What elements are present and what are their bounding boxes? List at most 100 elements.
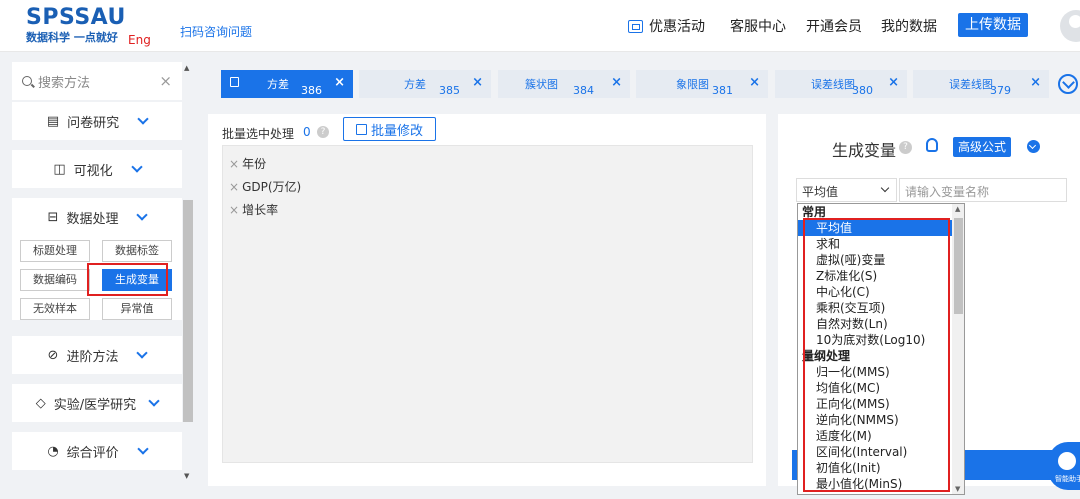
document-icon: ▤ bbox=[46, 113, 60, 129]
section-label: 问卷研究 bbox=[67, 115, 120, 131]
tab-title: 簇状图 bbox=[525, 78, 558, 91]
lightbulb-icon[interactable] bbox=[926, 138, 938, 152]
variable-name-input[interactable]: 请输入变量名称 bbox=[899, 178, 1067, 202]
section-experiment[interactable]: ◇ 实验/医学研究 bbox=[12, 384, 182, 422]
scan-consult-link[interactable]: 扫码咨询问题 bbox=[180, 23, 252, 40]
close-icon[interactable]: × bbox=[159, 72, 172, 90]
tab-errorbar-379[interactable]: 误差线图 379 × bbox=[913, 70, 1049, 98]
tab-title: 误差线图 bbox=[949, 78, 993, 91]
scroll-thumb[interactable] bbox=[954, 218, 963, 314]
tab-num: 380 bbox=[852, 84, 873, 97]
variable-label: 年份 bbox=[242, 157, 267, 171]
close-icon[interactable]: × bbox=[229, 203, 239, 217]
tab-anova-385[interactable]: 方差 385 × bbox=[359, 70, 491, 98]
close-icon[interactable]: × bbox=[229, 157, 239, 171]
tab-num: 384 bbox=[573, 84, 594, 97]
chevron-down-icon bbox=[136, 346, 149, 359]
list-item[interactable]: × 增长率 bbox=[229, 201, 278, 218]
edit-icon bbox=[355, 123, 367, 135]
avatar[interactable] bbox=[1060, 10, 1080, 42]
dropdown-scrollbar[interactable]: ▲ ▼ bbox=[952, 204, 964, 494]
chevron-down-icon bbox=[137, 112, 149, 125]
highlight-box-dropdown bbox=[803, 218, 950, 492]
variable-label: 增长率 bbox=[242, 203, 279, 217]
close-icon[interactable]: × bbox=[749, 75, 760, 90]
variable-list[interactable]: × 年份 × GDP(万亿) × 增长率 bbox=[222, 145, 753, 463]
pie-icon: ◔ bbox=[47, 443, 59, 459]
tab-errorbar-380[interactable]: 误差线图 380 × bbox=[775, 70, 907, 98]
nav-promo[interactable]: 优惠活动 bbox=[628, 16, 705, 36]
upload-data-button[interactable]: 上传数据 bbox=[958, 13, 1028, 37]
highlight-box-sidebar bbox=[87, 263, 168, 296]
section-advanced[interactable]: ⊘ 进阶方法 bbox=[12, 336, 182, 374]
method-select[interactable]: 平均值 bbox=[796, 178, 897, 202]
chart-icon: ◫ bbox=[53, 161, 66, 177]
close-icon[interactable]: × bbox=[472, 75, 483, 90]
sidebar-scrollbar[interactable]: ▲ ▼ bbox=[182, 62, 194, 486]
advanced-formula-button[interactable]: 高级公式 bbox=[953, 137, 1011, 157]
tab-quadrant-381[interactable]: 象限图 381 × bbox=[636, 70, 768, 98]
batch-label: 批量选中处理 bbox=[222, 127, 295, 141]
section-label: 可视化 bbox=[73, 163, 113, 179]
close-icon[interactable]: × bbox=[334, 75, 345, 90]
scroll-up-icon[interactable]: ▲ bbox=[955, 205, 960, 213]
assistant-icon bbox=[1058, 452, 1076, 470]
tab-num: 385 bbox=[439, 84, 460, 97]
close-icon[interactable]: × bbox=[229, 180, 239, 194]
database-icon: ⊟ bbox=[47, 209, 59, 225]
chevron-down-icon[interactable] bbox=[1058, 74, 1078, 94]
batch-edit-button[interactable]: 批量修改 bbox=[343, 117, 436, 141]
batch-edit-label: 批量修改 bbox=[370, 123, 423, 139]
nav-member[interactable]: 开通会员 bbox=[806, 16, 862, 36]
sub-data-encoding[interactable]: 数据编码 bbox=[20, 269, 90, 291]
paperclip-icon: ⊘ bbox=[47, 347, 59, 363]
assistant-widget[interactable]: 智能助手 bbox=[1048, 442, 1080, 490]
section-visualization[interactable]: ◫ 可视化 bbox=[12, 150, 182, 188]
sub-title-processing[interactable]: 标题处理 bbox=[20, 240, 90, 262]
tab-num: 386 bbox=[301, 84, 322, 97]
section-label: 数据处理 bbox=[66, 211, 119, 227]
close-icon[interactable]: × bbox=[611, 75, 622, 90]
english-link[interactable]: Eng bbox=[128, 33, 151, 47]
section-label: 进阶方法 bbox=[66, 349, 119, 365]
section-label: 实验/医学研究 bbox=[53, 397, 137, 413]
sub-data-labels[interactable]: 数据标签 bbox=[102, 240, 172, 262]
scroll-thumb[interactable] bbox=[183, 200, 193, 422]
scroll-down-icon[interactable]: ▼ bbox=[955, 485, 960, 493]
flask-icon: ◇ bbox=[35, 395, 46, 411]
section-questionnaire[interactable]: ▤ 问卷研究 bbox=[12, 102, 182, 140]
tab-num: 381 bbox=[712, 84, 733, 97]
help-icon[interactable]: ? bbox=[899, 141, 912, 154]
list-item[interactable]: × 年份 bbox=[229, 155, 266, 172]
chevron-down-icon bbox=[880, 183, 890, 193]
chevron-down-icon bbox=[137, 442, 149, 455]
scroll-down-icon[interactable]: ▼ bbox=[184, 472, 189, 480]
batch-count: 0 bbox=[303, 125, 311, 139]
chevron-down-icon bbox=[136, 208, 149, 221]
list-item[interactable]: × GDP(万亿) bbox=[229, 178, 301, 195]
tab-num: 379 bbox=[990, 84, 1011, 97]
close-icon[interactable]: × bbox=[888, 75, 899, 90]
nav-my-data[interactable]: 我的数据 bbox=[881, 16, 937, 36]
section-evaluation[interactable]: ◔ 综合评价 bbox=[12, 432, 182, 470]
arrow-down-circle-icon[interactable] bbox=[1027, 140, 1040, 153]
section-label: 综合评价 bbox=[66, 445, 119, 461]
gift-icon bbox=[628, 19, 643, 33]
tab-cluster-384[interactable]: 簇状图 384 × bbox=[498, 70, 630, 98]
help-icon[interactable]: ? bbox=[317, 126, 329, 138]
tab-anova-386[interactable]: 方差 386 × bbox=[221, 70, 353, 98]
logo[interactable]: SPSSAU bbox=[26, 5, 126, 30]
scroll-up-icon[interactable]: ▲ bbox=[184, 64, 189, 72]
sub-invalid-samples[interactable]: 无效样本 bbox=[20, 298, 90, 320]
close-icon[interactable]: × bbox=[1030, 75, 1041, 90]
sub-outliers[interactable]: 异常值 bbox=[102, 298, 172, 320]
top-header: SPSSAU 数据科学 一点就好 Eng 扫码咨询问题 优惠活动 客服中心 开通… bbox=[0, 0, 1080, 52]
search-input[interactable]: 搜索方法 × bbox=[12, 62, 182, 100]
panel-title: 生成变量 bbox=[832, 141, 897, 160]
search-placeholder: 搜索方法 bbox=[38, 75, 91, 91]
tab-title: 方差 bbox=[267, 78, 289, 91]
nav-service[interactable]: 客服中心 bbox=[730, 16, 786, 36]
variable-label: GDP(万亿) bbox=[242, 180, 302, 194]
section-data-processing[interactable]: ⊟ 数据处理 bbox=[12, 198, 182, 236]
search-icon bbox=[22, 76, 32, 86]
